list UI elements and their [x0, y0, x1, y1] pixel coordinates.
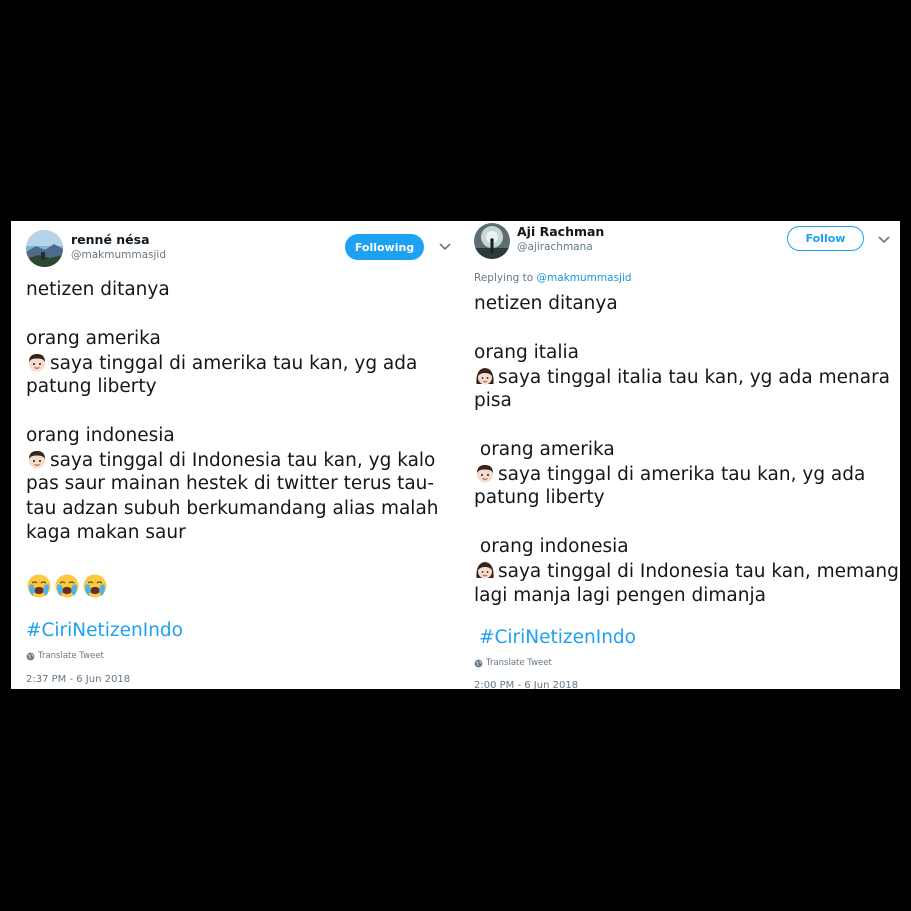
following-button[interactable]: Following	[345, 234, 424, 260]
loudly-crying-face-emoji	[26, 573, 52, 599]
tweet-line: orang amerika	[474, 438, 615, 460]
replying-to: Replying to @makmummasjid	[474, 272, 632, 284]
tweet-line: saya tinggal italia tau kan, yg ada mena…	[474, 365, 899, 389]
tweet-card-left: renné nésa @makmummasjid Following netiz…	[11, 221, 460, 689]
translate-tweet-link[interactable]: Translate Tweet	[474, 658, 552, 668]
tweet-line: saya tinggal di amerika tau kan, yg ada	[26, 351, 439, 375]
chevron-down-icon[interactable]	[877, 235, 891, 245]
boy-emoji	[26, 351, 48, 373]
loudly-crying-face-emoji	[82, 573, 108, 599]
tweet-line: orang italia	[474, 341, 579, 363]
globe-icon	[474, 659, 483, 667]
girl-emoji	[474, 365, 496, 387]
tweet-line: saya tinggal di Indonesia tau kan, meman…	[474, 559, 899, 583]
author-handle[interactable]: @makmummasjid	[71, 249, 166, 261]
tweet-line: kaga makan saur	[26, 521, 186, 543]
author-name[interactable]: renné nésa	[71, 232, 150, 247]
globe-icon	[26, 652, 35, 660]
boy-emoji	[26, 448, 48, 470]
tweet-line: lagi manja lagi pengen dimanja	[474, 584, 766, 606]
author-handle[interactable]: @ajirachmana	[517, 241, 593, 253]
boy-emoji	[474, 462, 496, 484]
loudly-crying-face-emoji	[54, 573, 80, 599]
tweet-line: patung liberty	[26, 376, 157, 398]
hashtag-link[interactable]: #CiriNetizenIndo	[479, 627, 636, 648]
translate-tweet-link[interactable]: Translate Tweet	[26, 651, 104, 661]
girl-emoji	[474, 559, 496, 581]
tweet-line: orang indonesia	[474, 535, 629, 557]
tweet-line: netizen ditanya	[474, 293, 618, 314]
avatar[interactable]	[474, 223, 510, 259]
avatar[interactable]	[26, 230, 63, 267]
tweet-line: saya tinggal di amerika tau kan, yg ada	[474, 462, 899, 486]
author-name[interactable]: Aji Rachman	[517, 224, 604, 239]
tweet-line: pisa	[474, 390, 512, 412]
replying-to-handle-link[interactable]: @makmummasjid	[537, 272, 632, 284]
tweet-line: tau adzan subuh berkumandang alias malah	[26, 497, 439, 519]
timestamp[interactable]: 2:37 PM - 6 Jun 2018	[26, 674, 130, 685]
tweet-line: orang amerika	[26, 327, 161, 349]
chevron-down-icon[interactable]	[438, 242, 452, 252]
tweet-text: netizen ditanya orang amerika saya tingg…	[26, 278, 439, 603]
timestamp[interactable]: 2:00 PM - 6 Jun 2018	[474, 680, 578, 689]
hashtag-link[interactable]: #CiriNetizenIndo	[26, 620, 183, 641]
tweet-line: patung liberty	[474, 487, 605, 509]
tweet-line: pas saur mainan hestek di twitter terus …	[26, 473, 435, 495]
follow-button[interactable]: Follow	[787, 226, 864, 251]
tweet-text: netizen ditanya orang italia saya tingga…	[474, 292, 899, 608]
tweet-line: saya tinggal di Indonesia tau kan, yg ka…	[26, 448, 439, 472]
emoji-row	[26, 570, 439, 603]
tweet-line: netizen ditanya	[26, 279, 170, 300]
tweet-card-right: Aji Rachman @ajirachmana Follow Replying…	[460, 221, 900, 689]
tweet-line: orang indonesia	[26, 424, 175, 446]
